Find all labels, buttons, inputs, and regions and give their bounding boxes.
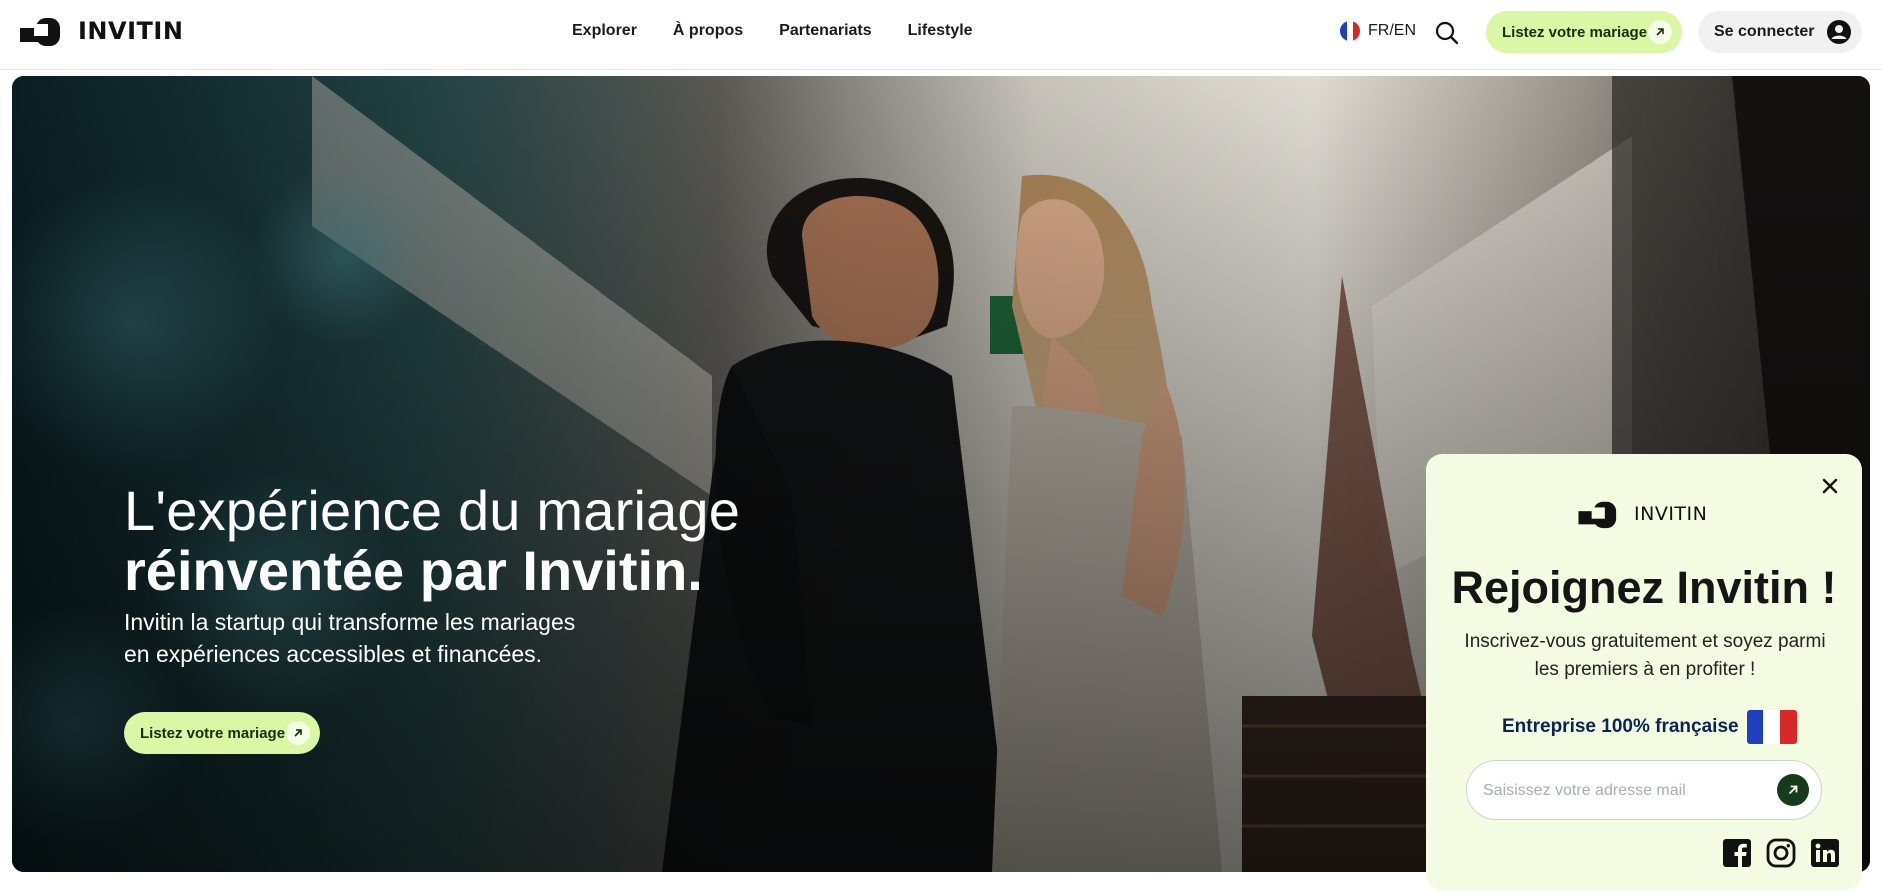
signup-popup: INVITIN Rejoignez Invitin ! Inscrivez-vo… bbox=[1426, 454, 1862, 890]
nav-lifestyle[interactable]: Lifestyle bbox=[908, 22, 973, 40]
logo-text: INVITIN bbox=[78, 17, 184, 45]
arrow-up-right-icon bbox=[1648, 20, 1672, 44]
top-navigation: INVITIN Explorer À propos Partenariats L… bbox=[0, 0, 1882, 70]
brand-logo[interactable]: INVITIN bbox=[20, 14, 183, 48]
list-wedding-label: Listez votre mariage bbox=[1502, 23, 1648, 41]
user-avatar-icon bbox=[1827, 20, 1851, 44]
hero-list-wedding-button[interactable]: Listez votre mariage bbox=[124, 712, 320, 754]
instagram-icon[interactable] bbox=[1766, 838, 1796, 868]
hero-title-bold: réinventée par Invitin. bbox=[124, 539, 703, 602]
french-flag-icon bbox=[1340, 21, 1360, 41]
french-company-badge: Entreprise 100% française bbox=[1502, 710, 1797, 744]
nav-partenariats[interactable]: Partenariats bbox=[779, 22, 872, 40]
arrow-up-right-icon bbox=[1788, 785, 1798, 795]
french-company-label: Entreprise 100% française bbox=[1502, 716, 1739, 737]
social-links bbox=[1722, 838, 1840, 868]
hero-title-light: L'expérience du mariage bbox=[124, 479, 741, 542]
invitin-logo-icon bbox=[1578, 501, 1617, 529]
language-label: FR/EN bbox=[1368, 22, 1416, 39]
popup-subtitle-line-2: les premiers à en profiter ! bbox=[1534, 659, 1756, 680]
nav-a-propos[interactable]: À propos bbox=[673, 22, 743, 40]
email-form bbox=[1466, 760, 1822, 820]
nav-explorer[interactable]: Explorer bbox=[572, 22, 637, 40]
main-menu: Explorer À propos Partenariats Lifestyle bbox=[572, 22, 973, 40]
popup-logo-text: INVITIN bbox=[1634, 503, 1708, 525]
arrow-up-right-icon bbox=[286, 721, 310, 745]
close-icon[interactable] bbox=[1818, 474, 1842, 498]
popup-logo: INVITIN bbox=[1578, 498, 1707, 530]
hero-subtitle-line-2: en expériences accessibles et financées. bbox=[124, 641, 543, 667]
language-switcher[interactable]: FR/EN bbox=[1340, 21, 1416, 41]
email-submit-button[interactable] bbox=[1777, 774, 1809, 806]
hero-cta-label: Listez votre mariage bbox=[140, 724, 286, 742]
login-button[interactable]: Se connecter bbox=[1698, 11, 1862, 53]
french-flag-icon bbox=[1746, 710, 1797, 744]
hero-subtitle: Invitin la startup qui transforme les ma… bbox=[124, 606, 644, 670]
invitin-logo-icon bbox=[20, 18, 60, 46]
linkedin-icon[interactable] bbox=[1810, 838, 1840, 868]
hero-subtitle-line-1: Invitin la startup qui transforme les ma… bbox=[124, 609, 576, 635]
popup-subtitle: Inscrivez-vous gratuitement et soyez par… bbox=[1450, 628, 1840, 684]
facebook-icon[interactable] bbox=[1722, 838, 1752, 868]
search-icon[interactable] bbox=[1434, 20, 1460, 46]
list-wedding-button[interactable]: Listez votre mariage bbox=[1486, 11, 1682, 53]
popup-subtitle-line-1: Inscrivez-vous gratuitement et soyez par… bbox=[1464, 631, 1826, 652]
popup-title: Rejoignez Invitin ! bbox=[1451, 562, 1837, 613]
email-field[interactable] bbox=[1483, 779, 1763, 803]
login-label: Se connecter bbox=[1714, 23, 1815, 40]
